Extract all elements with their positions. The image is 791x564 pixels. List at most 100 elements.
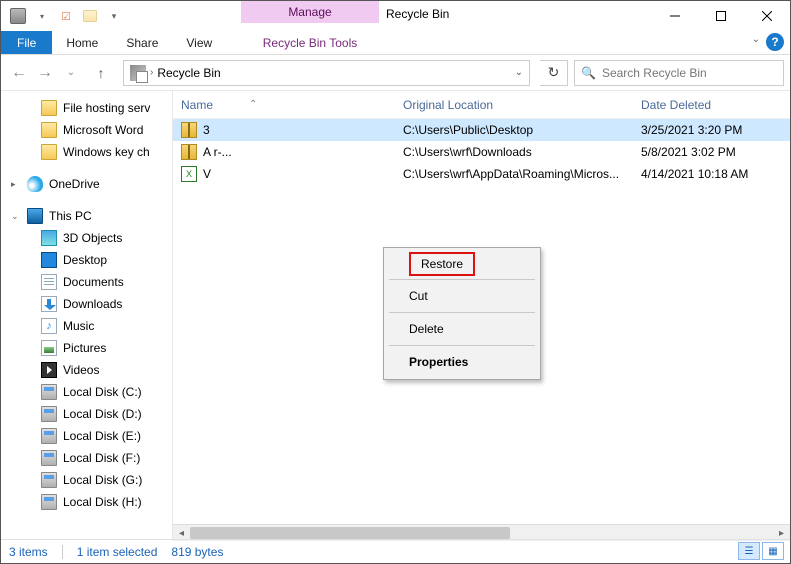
forward-button[interactable]: → — [33, 61, 57, 85]
back-button[interactable]: ← — [7, 61, 31, 85]
zip-file-icon — [181, 122, 197, 138]
tree-downloads[interactable]: Downloads — [1, 293, 172, 315]
tree-desktop[interactable]: Desktop — [1, 249, 172, 271]
address-dropdown-icon[interactable]: ⌄ — [515, 67, 523, 78]
menu-item-properties[interactable]: Properties — [387, 348, 537, 376]
tree-this-pc[interactable]: ⌄This PC — [1, 205, 172, 227]
menu-item-delete[interactable]: Delete — [387, 315, 537, 343]
file-original-location: C:\Users\wrf\AppData\Roaming\Micros... — [403, 167, 641, 181]
search-input[interactable] — [602, 66, 772, 80]
downloads-icon — [41, 296, 57, 312]
column-header-row: Name⌃ Original Location Date Deleted — [173, 91, 790, 119]
tree-quick-item[interactable]: File hosting serv — [1, 97, 172, 119]
tree-local-disk-h[interactable]: Local Disk (H:) — [1, 491, 172, 513]
recycle-bin-icon[interactable] — [7, 5, 29, 27]
disk-icon — [41, 450, 57, 466]
menu-item-restore[interactable]: Restore — [409, 252, 475, 276]
tree-quick-item[interactable]: Microsoft Word — [1, 119, 172, 141]
file-date-deleted: 5/8/2021 3:02 PM — [641, 145, 790, 159]
help-button[interactable]: ? — [766, 33, 784, 51]
tab-file[interactable]: File — [1, 31, 52, 54]
file-row[interactable]: 3 C:\Users\Public\Desktop 3/25/2021 3:20… — [173, 119, 790, 141]
file-list-pane: Name⌃ Original Location Date Deleted 3 C… — [173, 91, 790, 541]
refresh-button[interactable]: ↻ — [540, 60, 568, 86]
disk-icon — [41, 428, 57, 444]
tree-local-disk-f[interactable]: Local Disk (F:) — [1, 447, 172, 469]
folder-icon — [41, 122, 57, 138]
folder-icon — [41, 100, 57, 116]
file-original-location: C:\Users\Public\Desktop — [403, 123, 641, 137]
location-icon — [130, 65, 146, 81]
recent-locations-dropdown[interactable]: ⌄ — [59, 61, 83, 85]
file-name: V — [203, 167, 211, 181]
search-box[interactable]: 🔍 — [574, 60, 784, 86]
context-menu: Restore Cut Delete Properties — [383, 247, 541, 380]
tree-local-disk-e[interactable]: Local Disk (E:) — [1, 425, 172, 447]
up-button[interactable]: ↑ — [89, 61, 113, 85]
column-header-date-deleted[interactable]: Date Deleted — [641, 98, 790, 112]
disk-icon — [41, 472, 57, 488]
status-selected-count: 1 item selected — [77, 545, 158, 559]
tree-local-disk-d[interactable]: Local Disk (D:) — [1, 403, 172, 425]
chevron-right-icon[interactable]: › — [150, 67, 153, 78]
status-item-count: 3 items — [9, 545, 48, 559]
onedrive-icon — [27, 176, 43, 192]
collapse-icon[interactable]: ⌄ — [11, 211, 21, 222]
disk-icon — [41, 384, 57, 400]
tree-pictures[interactable]: Pictures — [1, 337, 172, 359]
search-icon: 🔍 — [581, 66, 596, 80]
tree-documents[interactable]: Documents — [1, 271, 172, 293]
navigation-pane[interactable]: File hosting serv Microsoft Word Windows… — [1, 91, 173, 541]
properties-qat-icon[interactable]: ☑ — [55, 5, 77, 27]
tree-local-disk-g[interactable]: Local Disk (G:) — [1, 469, 172, 491]
this-pc-icon — [27, 208, 43, 224]
file-name: 3 — [203, 123, 210, 137]
sort-indicator-icon: ⌃ — [249, 99, 257, 110]
disk-icon — [41, 406, 57, 422]
desktop-icon — [41, 252, 57, 268]
ribbon-tabs: File Home Share View Recycle Bin Tools ⌄… — [1, 31, 790, 55]
close-button[interactable] — [744, 1, 790, 31]
new-folder-qat-icon[interactable] — [79, 5, 101, 27]
zip-file-icon — [181, 144, 197, 160]
menu-item-cut[interactable]: Cut — [387, 282, 537, 310]
tree-local-disk-c[interactable]: Local Disk (C:) — [1, 381, 172, 403]
tab-home[interactable]: Home — [52, 31, 112, 54]
tree-3d-objects[interactable]: 3D Objects — [1, 227, 172, 249]
title-bar: ▾ ☑ ▾ Manage Recycle Bin — [1, 1, 790, 31]
file-rows[interactable]: 3 C:\Users\Public\Desktop 3/25/2021 3:20… — [173, 119, 790, 524]
file-original-location: C:\Users\wrf\Downloads — [403, 145, 641, 159]
tree-quick-item[interactable]: Windows key ch — [1, 141, 172, 163]
thumbnails-view-button[interactable]: ▦ — [762, 542, 784, 560]
qat-overflow-icon[interactable]: ▾ — [103, 5, 125, 27]
expand-icon[interactable]: ▸ — [11, 179, 21, 190]
documents-icon — [41, 274, 57, 290]
expand-ribbon-icon[interactable]: ⌄ — [752, 34, 760, 45]
menu-separator — [389, 312, 535, 313]
file-date-deleted: 4/14/2021 10:18 AM — [641, 167, 790, 181]
tree-videos[interactable]: Videos — [1, 359, 172, 381]
status-divider — [62, 545, 63, 559]
minimize-button[interactable] — [652, 1, 698, 31]
scroll-thumb[interactable] — [190, 527, 510, 539]
tab-share[interactable]: Share — [112, 31, 172, 54]
column-header-name[interactable]: Name⌃ — [181, 98, 403, 112]
details-view-button[interactable]: ☰ — [738, 542, 760, 560]
3d-objects-icon — [41, 230, 57, 246]
status-selected-size: 819 bytes — [171, 545, 223, 559]
tree-onedrive[interactable]: ▸OneDrive — [1, 173, 172, 195]
music-icon: ♪ — [41, 318, 57, 334]
tree-music[interactable]: ♪Music — [1, 315, 172, 337]
address-bar[interactable]: › Recycle Bin ⌄ — [123, 60, 530, 86]
tab-recycle-bin-tools[interactable]: Recycle Bin Tools — [241, 31, 379, 55]
folder-icon — [41, 144, 57, 160]
file-row[interactable]: XV C:\Users\wrf\AppData\Roaming\Micros..… — [173, 163, 790, 185]
file-row[interactable]: A r-... C:\Users\wrf\Downloads 5/8/2021 … — [173, 141, 790, 163]
maximize-button[interactable] — [698, 1, 744, 31]
qat-dropdown-icon[interactable]: ▾ — [31, 5, 53, 27]
window-title: Recycle Bin — [386, 7, 449, 21]
breadcrumb-location[interactable]: Recycle Bin — [157, 66, 220, 80]
column-header-original-location[interactable]: Original Location — [403, 98, 641, 112]
menu-separator — [389, 345, 535, 346]
tab-view[interactable]: View — [172, 31, 226, 54]
